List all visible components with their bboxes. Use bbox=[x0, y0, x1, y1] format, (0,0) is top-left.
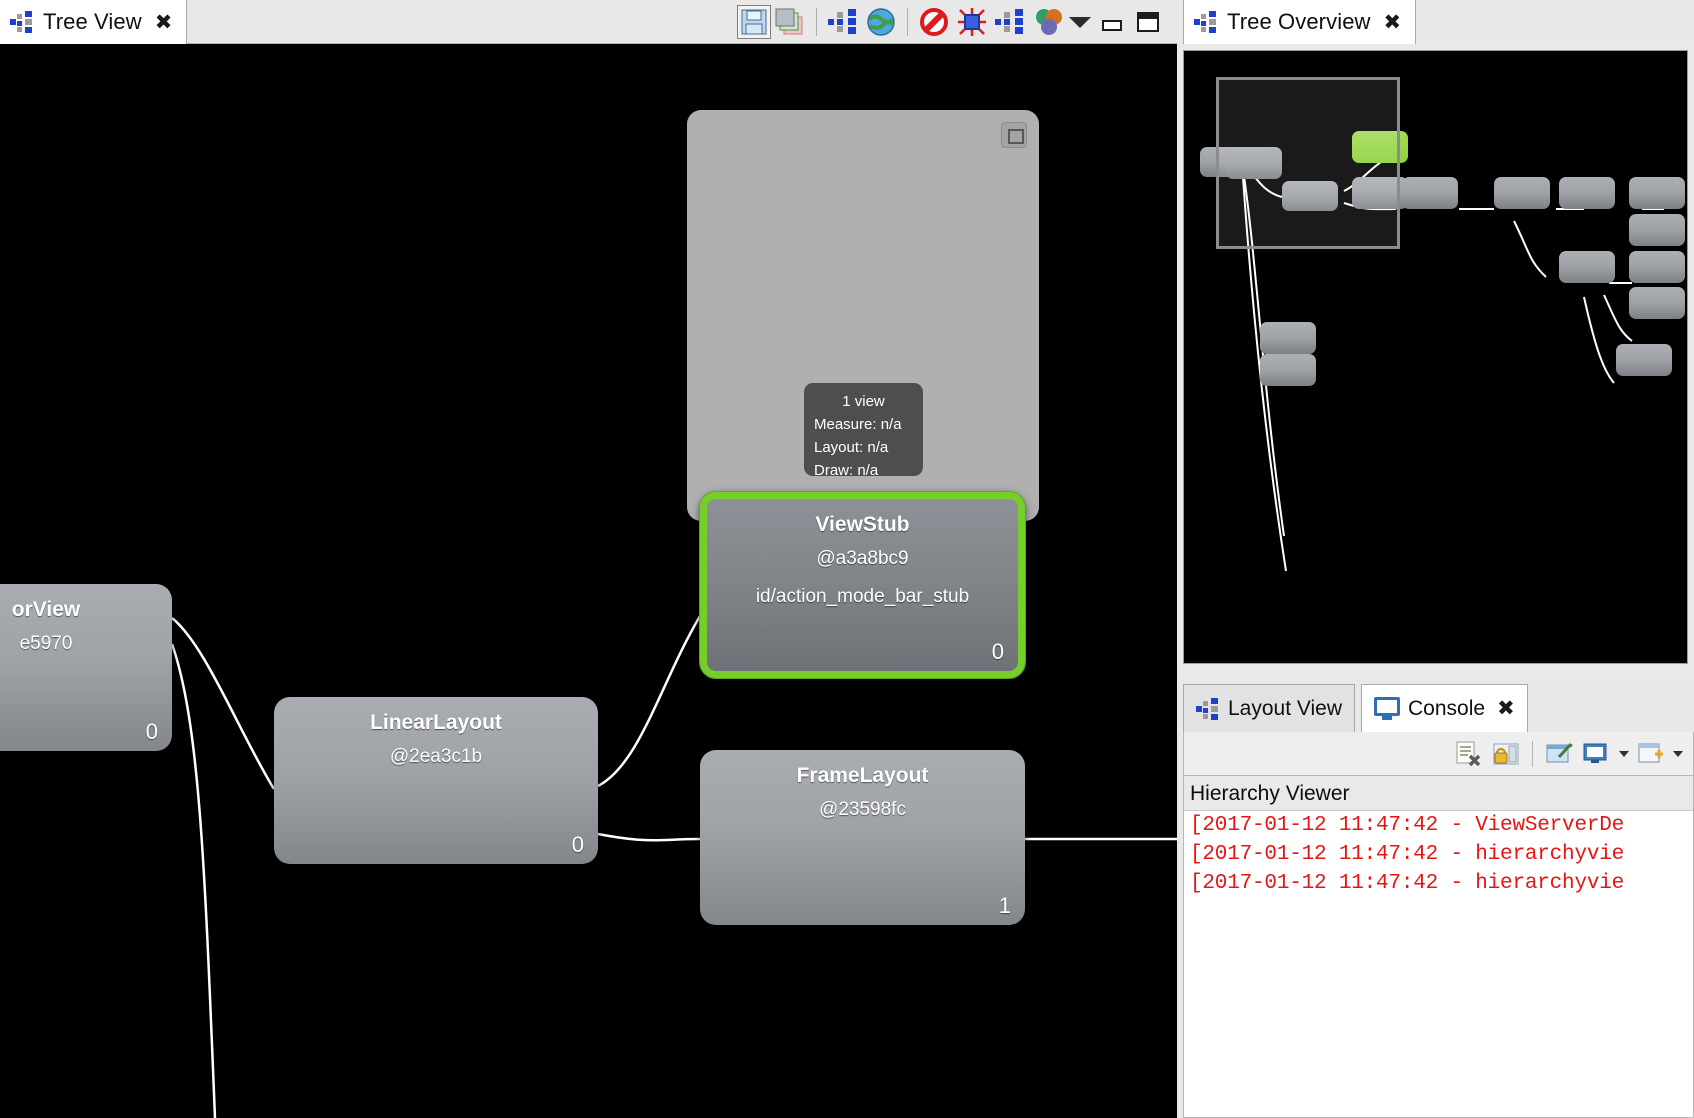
console-log-line: [2017-01-12 11:47:42 - hierarchyvie bbox=[1184, 840, 1693, 869]
tree-view-toolbar bbox=[737, 0, 1177, 44]
tree-view-canvas[interactable]: 1 view Measure: n/a Layout: n/a Draw: n/… bbox=[0, 44, 1177, 1118]
overview-node[interactable] bbox=[1402, 177, 1458, 209]
tab-label: Console bbox=[1408, 697, 1485, 721]
overview-node[interactable] bbox=[1629, 214, 1685, 246]
tree-icon bbox=[1196, 698, 1220, 720]
node-badge: 0 bbox=[992, 639, 1004, 665]
tree-overview-panel: Tree Overview ✖ bbox=[1177, 0, 1694, 680]
tree-view-tabstrip: Tree View ✖ bbox=[0, 0, 1177, 44]
node-hash: @2ea3c1b bbox=[274, 735, 598, 768]
node-id: id/action_mode_bar_stub bbox=[707, 570, 1018, 608]
tree-node-linearlayout[interactable]: LinearLayout @2ea3c1b 0 bbox=[274, 697, 598, 864]
close-icon[interactable]: ✖ bbox=[155, 12, 173, 33]
tree-node-framelayout[interactable]: FrameLayout @23598fc 1 bbox=[700, 750, 1025, 925]
tree-icon bbox=[1194, 11, 1218, 33]
overview-node[interactable] bbox=[1559, 251, 1615, 283]
new-console-icon[interactable] bbox=[1633, 736, 1669, 772]
node-hash: @a3a8bc9 bbox=[707, 537, 1018, 570]
toolbar-separator bbox=[816, 8, 817, 36]
console-tabstrip: Layout View Console ✖ bbox=[1183, 680, 1694, 732]
tree-view-panel: Tree View ✖ bbox=[0, 0, 1177, 1118]
request-layout-icon[interactable] bbox=[953, 3, 991, 41]
tooltip-view-count: 1 view bbox=[814, 390, 913, 413]
monitor-icon bbox=[1374, 697, 1400, 721]
node-title: LinearLayout bbox=[274, 697, 598, 735]
tooltip-measure: Measure: n/a bbox=[814, 413, 913, 436]
globe-icon[interactable] bbox=[862, 3, 900, 41]
tab-label: Tree Overview bbox=[1227, 9, 1371, 35]
tree-node-viewstub[interactable]: ViewStub @a3a8bc9 id/action_mode_bar_stu… bbox=[700, 492, 1025, 678]
profile-icon[interactable] bbox=[1029, 3, 1067, 41]
node-badge: 0 bbox=[146, 719, 158, 745]
tab-tree-overview[interactable]: Tree Overview ✖ bbox=[1183, 0, 1416, 44]
tab-layout-view[interactable]: Layout View bbox=[1183, 684, 1355, 732]
profiling-tooltip: 1 view Measure: n/a Layout: n/a Draw: n/… bbox=[804, 383, 923, 476]
tooltip-draw: Draw: n/a bbox=[814, 459, 913, 482]
node-badge: 1 bbox=[999, 893, 1011, 919]
maximize-icon[interactable] bbox=[1135, 9, 1161, 35]
chevron-down-icon[interactable] bbox=[1617, 736, 1631, 772]
console-toolbar bbox=[1183, 732, 1694, 776]
tree-icon bbox=[10, 11, 34, 33]
node-badge: 0 bbox=[572, 832, 584, 858]
overview-node[interactable] bbox=[1616, 344, 1672, 376]
clear-console-icon[interactable] bbox=[1450, 736, 1486, 772]
overview-viewport-rect[interactable] bbox=[1216, 77, 1400, 249]
preview-expand-icon[interactable] bbox=[1001, 122, 1027, 148]
tab-label: Layout View bbox=[1228, 697, 1342, 721]
hierarchy-viewer-window: Tree View ✖ bbox=[0, 0, 1694, 1118]
tree-icon[interactable] bbox=[824, 3, 862, 41]
overview-node[interactable] bbox=[1629, 251, 1685, 283]
right-column: Tree Overview ✖ bbox=[1177, 0, 1694, 1118]
tab-console[interactable]: Console ✖ bbox=[1361, 684, 1528, 732]
close-icon[interactable]: ✖ bbox=[1497, 698, 1515, 719]
layers-icon[interactable] bbox=[771, 3, 809, 41]
overview-node[interactable] bbox=[1260, 322, 1316, 354]
window-buttons bbox=[1093, 9, 1173, 35]
close-icon[interactable]: ✖ bbox=[1384, 12, 1402, 33]
overview-node[interactable] bbox=[1494, 177, 1550, 209]
node-title: FrameLayout bbox=[700, 750, 1025, 788]
console-output[interactable]: Hierarchy Viewer [2017-01-12 11:47:42 - … bbox=[1183, 776, 1694, 1118]
node-title: ViewStub bbox=[707, 499, 1018, 537]
chevron-down-icon[interactable] bbox=[1671, 736, 1685, 772]
dump-tree-icon[interactable] bbox=[991, 3, 1029, 41]
display-console-icon[interactable] bbox=[1579, 736, 1615, 772]
save-icon[interactable] bbox=[737, 5, 771, 39]
node-hash: @23598fc bbox=[700, 788, 1025, 821]
toolbar-separator bbox=[1532, 741, 1533, 767]
tree-overview-tabstrip: Tree Overview ✖ bbox=[1177, 0, 1694, 44]
node-title: orView bbox=[0, 584, 172, 622]
toolbar-separator bbox=[907, 8, 908, 36]
minimize-icon[interactable] bbox=[1099, 9, 1125, 35]
overview-node[interactable] bbox=[1559, 177, 1615, 209]
lock-scroll-icon[interactable] bbox=[1488, 736, 1524, 772]
overview-node[interactable] bbox=[1629, 287, 1685, 319]
console-panel: Layout View Console ✖ bbox=[1177, 680, 1694, 1118]
tree-overview-canvas[interactable] bbox=[1183, 50, 1688, 664]
tab-label: Tree View bbox=[43, 9, 142, 35]
console-log-line: [2017-01-12 11:47:42 - ViewServerDe bbox=[1184, 811, 1693, 840]
tooltip-layout: Layout: n/a bbox=[814, 436, 913, 459]
open-console-icon[interactable] bbox=[1541, 736, 1577, 772]
overview-node[interactable] bbox=[1629, 177, 1685, 209]
console-heading: Hierarchy Viewer bbox=[1184, 776, 1693, 811]
console-log-line: [2017-01-12 11:47:42 - hierarchyvie bbox=[1184, 869, 1693, 898]
overview-node[interactable] bbox=[1260, 354, 1316, 386]
view-menu-icon[interactable] bbox=[1067, 9, 1093, 35]
tab-tree-view[interactable]: Tree View ✖ bbox=[0, 0, 187, 44]
no-entry-icon[interactable] bbox=[915, 3, 953, 41]
node-hash: e5970 bbox=[0, 622, 172, 655]
tree-node-decorview[interactable]: orView e5970 0 bbox=[0, 584, 172, 751]
